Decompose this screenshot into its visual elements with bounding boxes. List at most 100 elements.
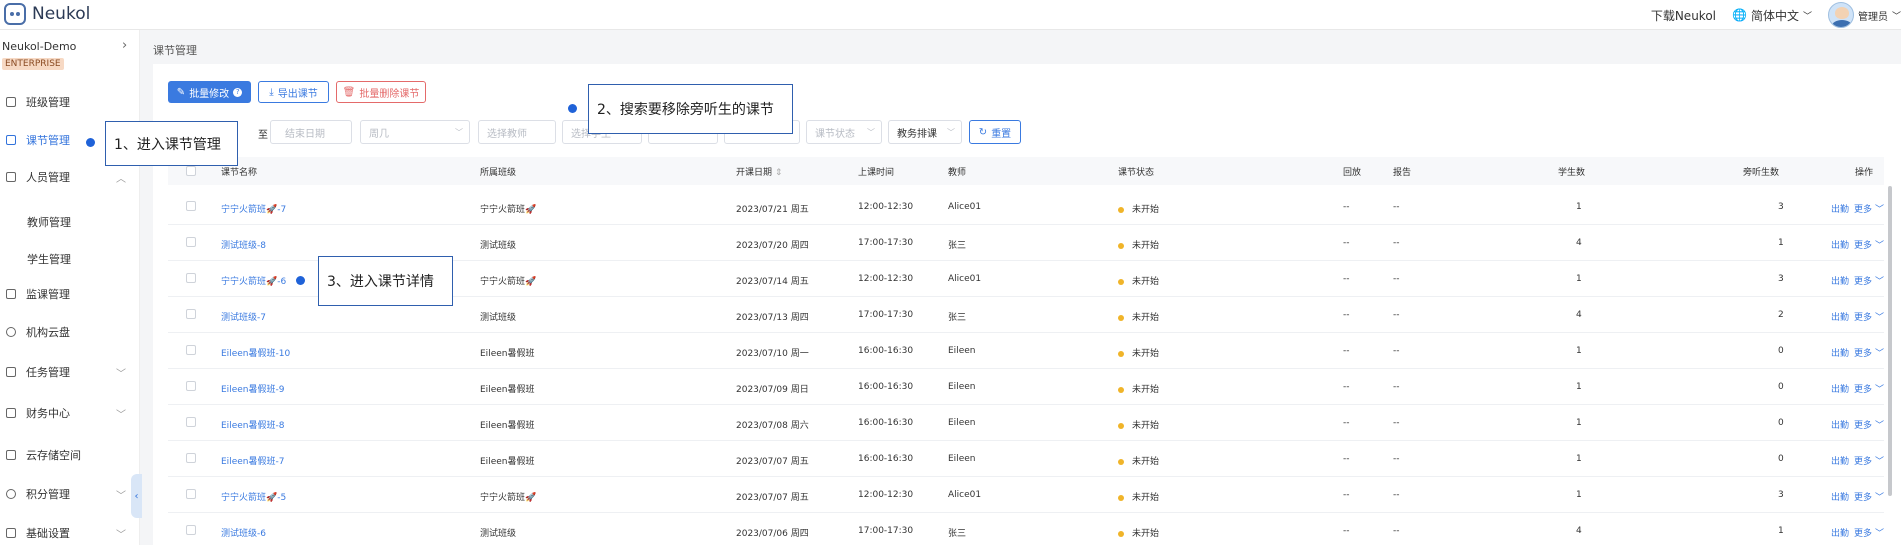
select-all-checkbox[interactable] <box>186 166 196 176</box>
vertical-scrollbar[interactable] <box>1888 186 1892 496</box>
class-time: 16:00-16:30 <box>858 382 914 392</box>
status-label: 未开始 <box>1132 205 1160 215</box>
row-checkbox[interactable] <box>186 489 196 499</box>
more-button[interactable]: 更多 <box>1854 313 1872 323</box>
row-checkbox[interactable] <box>186 381 196 391</box>
chevron-down-icon: ﹀ <box>1802 11 1812 22</box>
sidebar-item-points[interactable]: 积分管理 ﹀ <box>0 482 140 506</box>
sidebar-item-class-management[interactable]: 班级管理 <box>0 90 140 114</box>
row-checkbox[interactable] <box>186 309 196 319</box>
more-button[interactable]: 更多 <box>1854 205 1872 215</box>
user-menu[interactable]: 管理员 ﹀ <box>1827 2 1901 28</box>
row-checkbox[interactable] <box>186 453 196 463</box>
row-checkbox[interactable] <box>186 525 196 535</box>
chevron-down-icon[interactable]: ﹀ <box>1875 421 1884 431</box>
row-checkbox[interactable] <box>186 345 196 355</box>
help-icon: ? <box>233 87 243 97</box>
lesson-name-link[interactable]: 宁宁火箭班🚀-7 <box>221 202 286 215</box>
chevron-down-icon[interactable]: ﹀ <box>1875 457 1884 467</box>
checkin-button[interactable]: 出勤 <box>1831 349 1849 359</box>
end-date-placeholder: 结束日期 <box>285 128 325 140</box>
more-button[interactable]: 更多 <box>1854 277 1872 287</box>
student-count: 4 <box>1576 310 1582 320</box>
status-label: 未开始 <box>1132 349 1160 359</box>
row-checkbox[interactable] <box>186 237 196 247</box>
batch-edit-button[interactable]: ✎ 批量修改 ? <box>168 81 251 103</box>
weekday-select[interactable]: 周几 ﹀ <box>360 120 470 144</box>
batch-delete-button[interactable]: 🗑 批量删除课节 <box>336 81 426 103</box>
date-range-separator: 至 <box>258 130 268 141</box>
checkin-button[interactable]: 出勤 <box>1831 205 1849 215</box>
table-row: Eileen暑假班-9 Eileen暑假班 2023/07/09 周日 16:00-1… <box>168 369 1884 405</box>
chevron-down-icon[interactable]: ﹀ <box>1875 277 1884 287</box>
row-checkbox[interactable] <box>186 201 196 211</box>
sidebar-item-teacher-management[interactable]: 教师管理 <box>27 214 71 230</box>
class-status-select[interactable]: 课节状态 ﹀ <box>806 120 882 144</box>
checkin-button[interactable]: 出勤 <box>1831 529 1849 539</box>
end-date-input[interactable]: 结束日期 <box>270 120 352 144</box>
people-icon <box>6 172 16 182</box>
lesson-name-link[interactable]: Eileen暑假班-9 <box>221 382 284 395</box>
checkin-button[interactable]: 出勤 <box>1831 385 1849 395</box>
more-button[interactable]: 更多 <box>1854 349 1872 359</box>
teacher-placeholder: 选择教师 <box>487 128 527 140</box>
more-button[interactable]: 更多 <box>1854 241 1872 251</box>
sidebar-item-monitor[interactable]: 监课管理 <box>0 282 140 306</box>
more-button[interactable]: 更多 <box>1854 421 1872 431</box>
lesson-name-link[interactable]: 宁宁火箭班🚀-6 <box>221 274 286 287</box>
replay-value: -- <box>1343 526 1350 536</box>
checkin-button[interactable]: 出勤 <box>1831 313 1849 323</box>
lesson-name-link[interactable]: 宁宁火箭班🚀-5 <box>221 490 286 503</box>
lesson-name-link[interactable]: 测试班级-7 <box>221 310 266 323</box>
lesson-name-link[interactable]: Eileen暑假班-8 <box>221 418 284 431</box>
checkin-button[interactable]: 出勤 <box>1831 421 1849 431</box>
logo[interactable]: Neukol <box>4 3 90 25</box>
row-checkbox[interactable] <box>186 417 196 427</box>
lesson-name-link[interactable]: Eileen暑假班-7 <box>221 454 284 467</box>
lesson-name-link[interactable]: Eileen暑假班-10 <box>221 346 290 359</box>
chevron-down-icon[interactable]: ﹀ <box>1875 385 1884 395</box>
chevron-down-icon[interactable]: ﹀ <box>1875 241 1884 251</box>
sidebar-item-student-management[interactable]: 学生管理 <box>27 251 71 267</box>
more-button[interactable]: 更多 <box>1854 529 1872 539</box>
replay-value: -- <box>1343 274 1350 284</box>
sidebar-item-tasks[interactable]: 任务管理 ﹀ <box>0 360 140 384</box>
lesson-name-link[interactable]: 测试班级-6 <box>221 526 266 539</box>
status-label: 未开始 <box>1132 421 1160 431</box>
more-button[interactable]: 更多 <box>1854 493 1872 503</box>
row-checkbox[interactable] <box>186 273 196 283</box>
auditor-count: 1 <box>1778 526 1784 536</box>
lesson-name-link[interactable]: 测试班级-8 <box>221 238 266 251</box>
checkin-button[interactable]: 出勤 <box>1831 493 1849 503</box>
org-name[interactable]: Neukol-Demo <box>2 40 76 53</box>
teacher-select[interactable]: 选择教师 <box>478 120 556 144</box>
export-button[interactable]: ⤓ 导出课节 <box>258 81 329 103</box>
sidebar-item-people-management[interactable]: 人员管理 ︿ <box>0 165 140 189</box>
sidebar-item-cloud-drive[interactable]: 机构云盘 <box>0 320 140 344</box>
top-right-actions: 下载Neukol 🌐 简体中文 ﹀ 管理员 ﹀ <box>1635 0 1901 30</box>
header-start-date[interactable]: 开课日期 ⇕ <box>736 165 782 178</box>
sidebar-collapse-handle[interactable]: ‹ <box>131 474 142 518</box>
language-select[interactable]: 🌐 简体中文 ﹀ <box>1732 7 1812 24</box>
sort-icon: ⇕ <box>774 168 783 178</box>
arrange-select[interactable]: 教务排课 ﹀ <box>888 120 962 144</box>
checkin-button[interactable]: 出勤 <box>1831 241 1849 251</box>
chevron-right-icon[interactable]: › <box>122 38 127 53</box>
more-button[interactable]: 更多 <box>1854 385 1872 395</box>
chevron-down-icon[interactable]: ﹀ <box>1875 493 1884 503</box>
header-students: 学生数 <box>1558 168 1586 178</box>
chevron-down-icon[interactable]: ﹀ <box>1875 313 1884 323</box>
sidebar-item-finance[interactable]: 财务中心 ﹀ <box>0 401 140 425</box>
more-button[interactable]: 更多 <box>1854 457 1872 467</box>
sidebar-item-cloud-storage[interactable]: 云存储空间 <box>0 443 140 467</box>
chevron-down-icon[interactable]: ﹀ <box>1875 529 1884 539</box>
sidebar-item-settings[interactable]: 基础设置 ﹀ <box>0 521 140 545</box>
checkin-button[interactable]: 出勤 <box>1831 457 1849 467</box>
reset-button[interactable]: ↻ 重置 <box>969 120 1021 144</box>
checkin-button[interactable]: 出勤 <box>1831 277 1849 287</box>
chevron-down-icon[interactable]: ﹀ <box>1875 205 1884 215</box>
export-label: 导出课节 <box>277 88 318 100</box>
table-row: Eileen暑假班-8 Eileen暑假班 2023/07/08 周六 16:00-1… <box>168 405 1884 441</box>
chevron-down-icon[interactable]: ﹀ <box>1875 349 1884 359</box>
download-link[interactable]: 下载Neukol <box>1651 7 1716 24</box>
